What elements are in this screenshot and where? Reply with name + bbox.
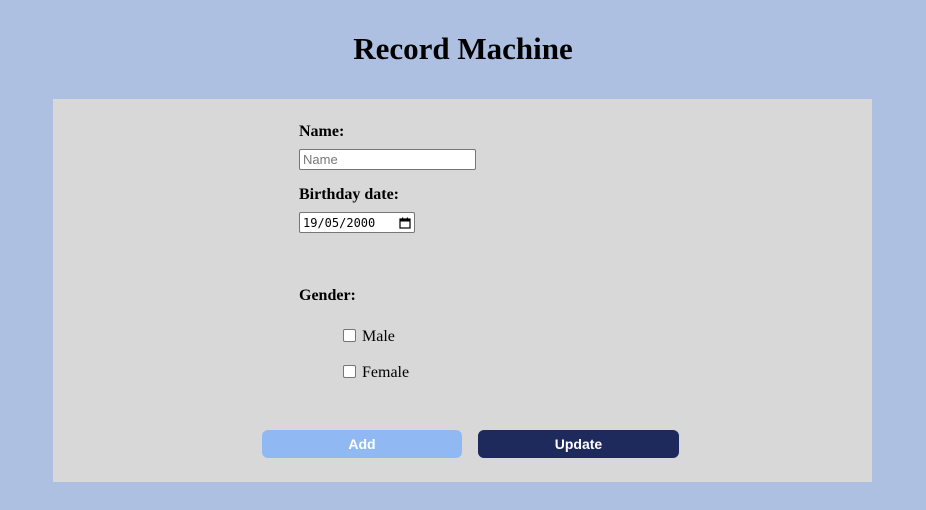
update-button[interactable]: Update [478, 430, 679, 458]
calendar-icon[interactable] [399, 217, 411, 229]
gender-option-male[interactable]: Male [343, 327, 395, 347]
birthday-date-value: 19/05/2000 [303, 215, 376, 230]
birthday-label: Birthday date: [299, 186, 399, 203]
female-checkbox[interactable] [343, 364, 356, 378]
gender-option-female[interactable]: Female [343, 363, 409, 383]
page-title: Record Machine [353, 31, 573, 66]
name-label: Name: [299, 123, 345, 140]
name-input[interactable] [299, 149, 476, 170]
gender-label: Gender: [299, 287, 356, 304]
record-form-card: Name: Birthday date: 19/05/2000 Gender: … [53, 99, 872, 482]
add-button[interactable]: Add [262, 430, 462, 458]
birthday-date-input[interactable]: 19/05/2000 [299, 212, 415, 233]
male-label[interactable]: Male [362, 327, 395, 347]
male-checkbox[interactable] [343, 328, 356, 342]
female-label[interactable]: Female [362, 363, 409, 383]
